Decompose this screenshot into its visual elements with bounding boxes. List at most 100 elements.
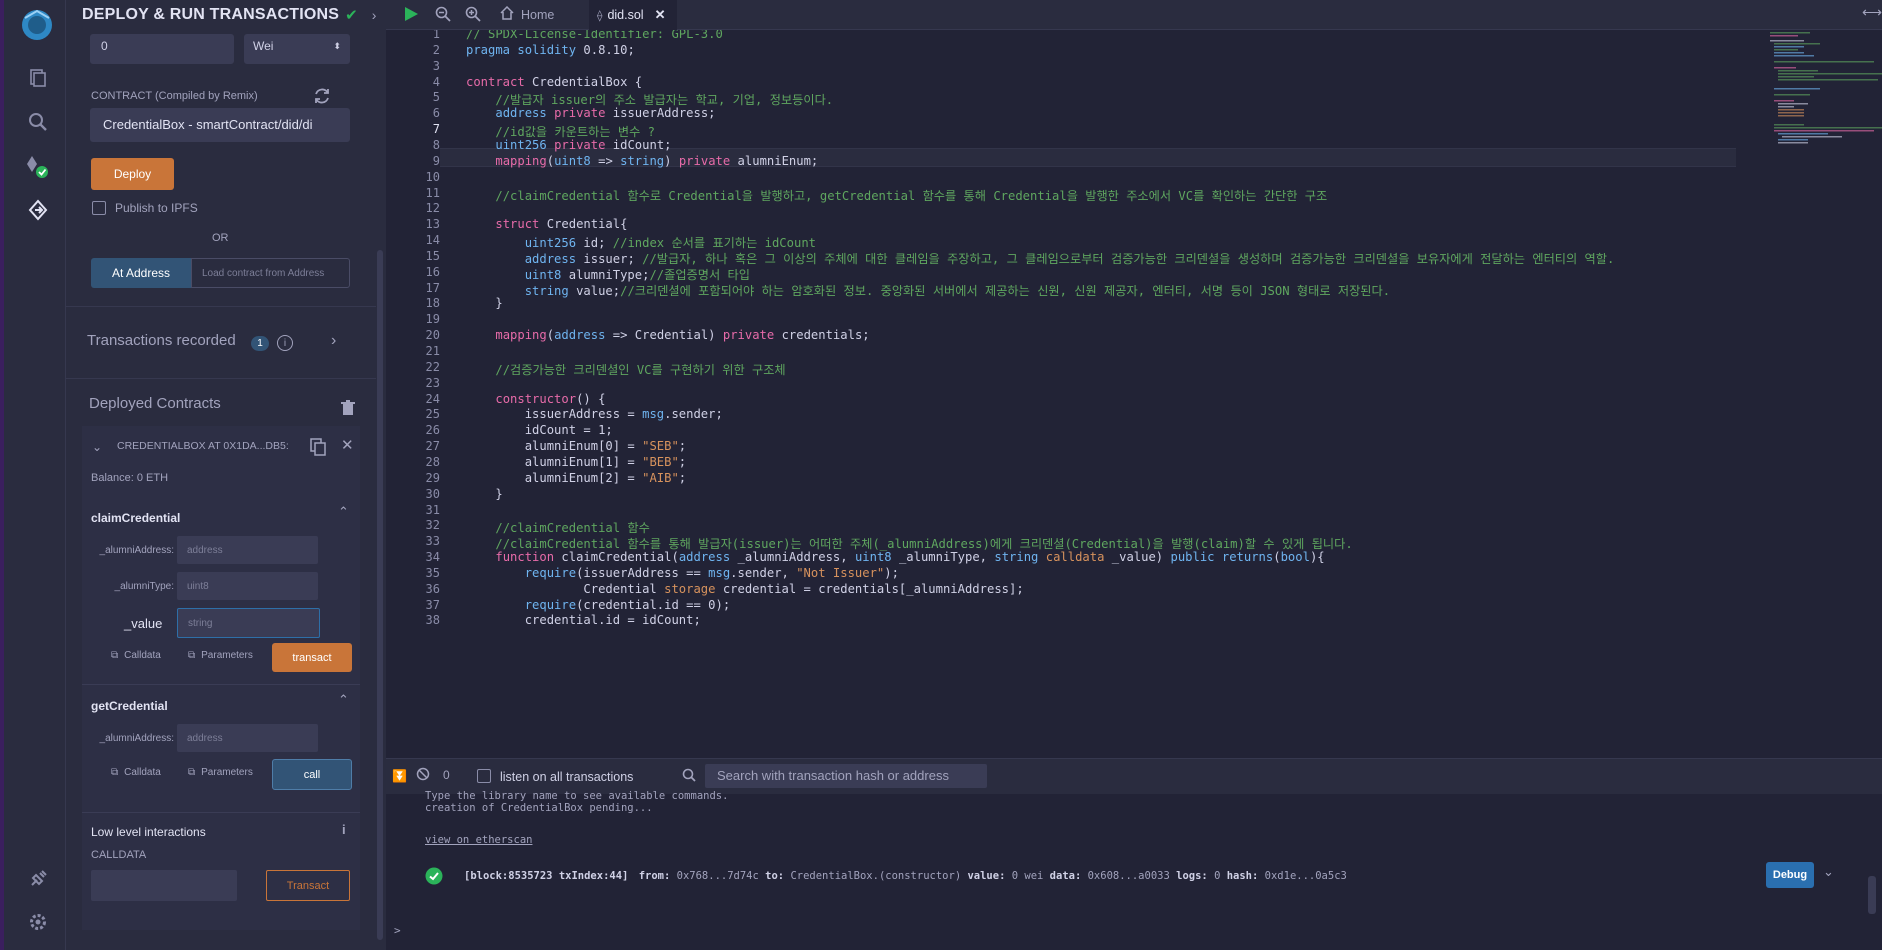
- clear-console-icon[interactable]: [416, 767, 430, 786]
- get-calldata-button[interactable]: ⧉ Calldata: [111, 767, 161, 778]
- contract-select[interactable]: CredentialBox - smartContract/did/di: [90, 108, 350, 142]
- zoom-out-icon[interactable]: [435, 6, 451, 27]
- alumni-address-input[interactable]: address: [177, 536, 318, 564]
- code-line[interactable]: contract CredentialBox {: [466, 75, 642, 89]
- code-line[interactable]: string value;//크리덴셜에 포함되어야 하는 암호화된 정보. 중…: [466, 281, 1390, 299]
- close-icon[interactable]: ✕: [341, 436, 354, 454]
- publish-ipfs-checkbox[interactable]: [92, 201, 106, 215]
- code-line[interactable]: Credential storage credential = credenti…: [466, 582, 1023, 596]
- code-editor[interactable]: 1 2 3 4 5 6 7 8 9 10 11 12 13 14 15 16 17 18 19 20 21 22 23 24 2…: [386, 30, 1882, 758]
- line-number: 27: [425, 439, 440, 454]
- value-unit-select[interactable]: Wei ⬍: [244, 34, 350, 64]
- get-alumni-address-input[interactable]: address: [177, 724, 318, 752]
- etherscan-link[interactable]: view on etherscan: [425, 834, 532, 846]
- deploy-button[interactable]: Deploy: [91, 158, 174, 190]
- debug-button[interactable]: Debug: [1766, 862, 1814, 888]
- value-input[interactable]: 0: [90, 34, 234, 64]
- chevron-down-icon[interactable]: ⌄: [1823, 864, 1834, 880]
- expand-horizontal-icon[interactable]: ⟷: [1862, 4, 1882, 21]
- balance-text: Balance: 0 ETH: [91, 472, 169, 484]
- run-play-icon[interactable]: [402, 5, 420, 23]
- file-explorer-icon[interactable]: [24, 64, 52, 92]
- tab-did-sol[interactable]: ⟠ did.sol ✕: [589, 0, 677, 30]
- trash-icon[interactable]: [341, 400, 355, 416]
- zoom-in-icon[interactable]: [465, 6, 481, 27]
- plugin-manager-icon[interactable]: [24, 865, 52, 893]
- deploy-run-icon[interactable]: [24, 196, 52, 224]
- claim-calldata-button[interactable]: ⧉ Calldata: [111, 650, 161, 661]
- get-parameters-button[interactable]: ⧉ Parameters: [188, 767, 253, 778]
- code-line[interactable]: struct Credential{: [466, 217, 627, 231]
- value-unit-text: Wei: [253, 39, 274, 53]
- code-line[interactable]: constructor() {: [466, 392, 605, 406]
- collapse-terminal-icon[interactable]: ⏬: [392, 769, 407, 783]
- code-line[interactable]: alumniEnum[0] = "SEB";: [466, 439, 686, 453]
- close-tab-icon[interactable]: ✕: [655, 7, 666, 23]
- line-number: 17: [425, 280, 440, 295]
- line-number: 30: [425, 486, 440, 501]
- code-line[interactable]: alumniEnum[1] = "BEB";: [466, 455, 686, 469]
- code-line[interactable]: mapping(uint8 => string) private alumniE…: [466, 154, 818, 168]
- at-address-button[interactable]: At Address: [91, 258, 191, 288]
- code-line[interactable]: address private issuerAddress;: [466, 106, 715, 120]
- code-line[interactable]: //검증가능한 크리덴셜인 VC를 구현하기 위한 구조체: [466, 360, 785, 378]
- tab-home[interactable]: Home: [494, 0, 574, 30]
- code-line[interactable]: }: [466, 296, 502, 310]
- listen-checkbox[interactable]: [477, 769, 491, 783]
- code-line[interactable]: credential.id = idCount;: [466, 613, 701, 627]
- chevron-down-icon[interactable]: ⌄: [92, 440, 102, 454]
- copy-icon[interactable]: [310, 438, 326, 456]
- info-icon[interactable]: i: [277, 335, 293, 351]
- copy-icon: ⧉: [188, 767, 196, 778]
- calldata-input[interactable]: [91, 870, 237, 901]
- claim-parameters-button[interactable]: ⧉ Parameters: [188, 650, 253, 661]
- code-line[interactable]: idCount = 1;: [466, 423, 613, 437]
- terminal-scrollbar[interactable]: [1868, 876, 1876, 914]
- contract-label: CONTRACT (Compiled by Remix): [91, 90, 258, 102]
- console-prompt[interactable]: >: [394, 924, 401, 937]
- search-icon[interactable]: [24, 108, 52, 136]
- or-label: OR: [212, 232, 229, 244]
- search-icon: [682, 768, 696, 787]
- info-icon[interactable]: i: [342, 822, 346, 837]
- chevron-up-icon[interactable]: ⌃: [338, 692, 349, 708]
- settings-gear-icon[interactable]: [24, 908, 52, 936]
- alumni-type-input[interactable]: uint8: [177, 572, 318, 600]
- code-line[interactable]: issuerAddress = msg.sender;: [466, 407, 723, 421]
- low-level-transact-button[interactable]: Transact: [266, 870, 350, 901]
- transaction-search-input[interactable]: Search with transaction hash or address: [705, 764, 987, 788]
- minimap[interactable]: [1756, 30, 1882, 160]
- param-label-alumni-address: _alumniAddress:: [99, 545, 174, 556]
- side-scrollbar[interactable]: [377, 250, 383, 940]
- chevron-right-icon[interactable]: ›: [331, 332, 336, 350]
- chevron-up-icon[interactable]: ⌃: [338, 504, 349, 520]
- code-line[interactable]: //claimCredential 함수로 Credential을 발행하고, …: [466, 186, 1327, 204]
- line-number: 22: [425, 359, 440, 374]
- line-number: 6: [432, 106, 440, 121]
- code-line[interactable]: // SPDX-License-Identifier: GPL-3.0: [466, 30, 723, 41]
- value-string-input[interactable]: string: [177, 608, 320, 638]
- solidity-compiler-icon[interactable]: [24, 152, 52, 180]
- call-button[interactable]: call: [272, 759, 352, 790]
- code-line[interactable]: uint256 private idCount;: [466, 138, 671, 152]
- tx-hash-label: hash:: [1226, 870, 1259, 882]
- divider: [82, 812, 360, 813]
- code-line[interactable]: function claimCredential(address _alumni…: [466, 550, 1324, 564]
- code-line[interactable]: }: [466, 487, 502, 501]
- line-number: 28: [425, 454, 440, 469]
- code-line[interactable]: pragma solidity 0.8.10;: [466, 43, 635, 57]
- tx-to-label: to:: [765, 870, 785, 882]
- code-line[interactable]: mapping(address => Credential) private c…: [466, 328, 869, 342]
- code-line[interactable]: require(issuerAddress == msg.sender, "No…: [466, 566, 899, 580]
- transact-button[interactable]: transact: [272, 643, 352, 672]
- code-line[interactable]: require(credential.id == 0);: [466, 598, 730, 612]
- deploy-run-panel: DEPLOY & RUN TRANSACTIONS ✔ › 0 Wei ⬍ CO…: [66, 0, 386, 950]
- refresh-icon[interactable]: [312, 86, 332, 106]
- code-line[interactable]: alumniEnum[2] = "AIB";: [466, 471, 686, 485]
- remix-logo-icon[interactable]: [20, 8, 54, 42]
- chevron-right-icon[interactable]: ›: [372, 7, 377, 23]
- copy-icon: ⧉: [111, 650, 119, 661]
- line-number: 11: [425, 185, 440, 200]
- load-address-input[interactable]: Load contract from Address: [191, 258, 350, 288]
- transaction-summary[interactable]: [block:8535723 txIndex:44] from: 0x768..…: [464, 870, 1347, 882]
